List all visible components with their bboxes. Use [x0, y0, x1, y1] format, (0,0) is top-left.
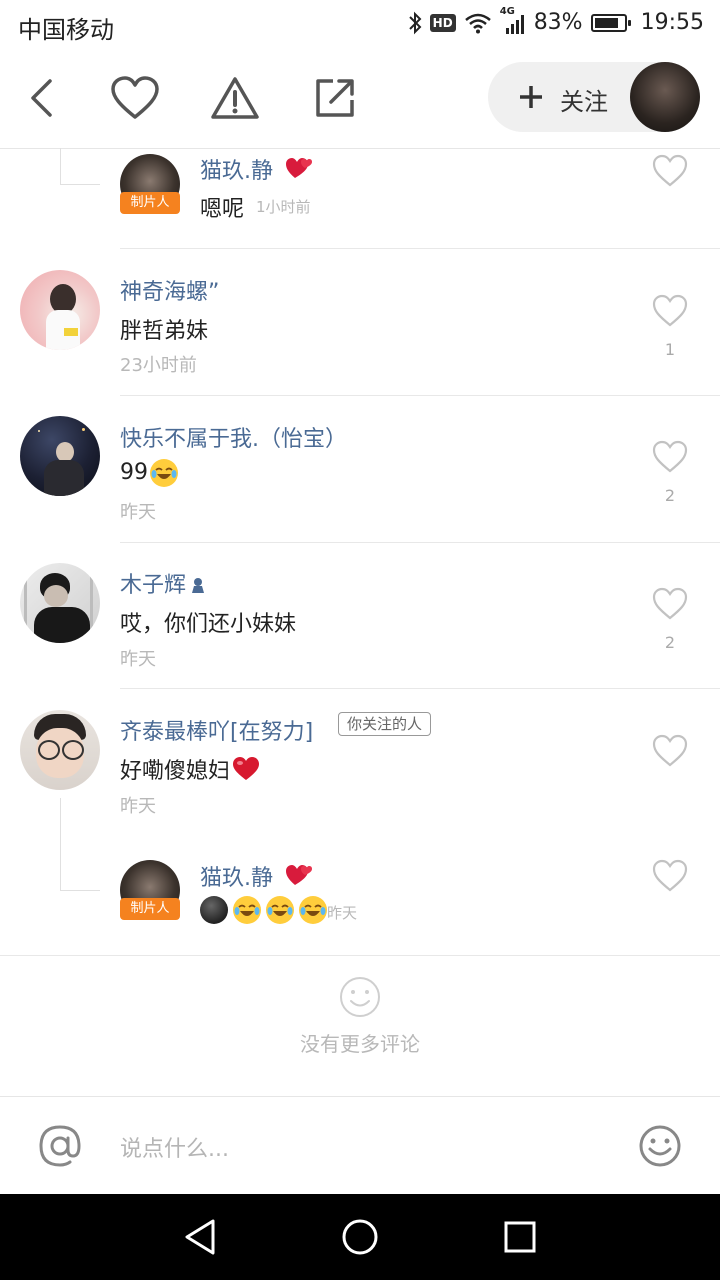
comment-text: 99	[120, 459, 178, 487]
commenter-name[interactable]: 木子辉	[120, 567, 208, 599]
clock: 19:55	[640, 10, 704, 35]
like-count: 2	[664, 486, 676, 505]
commenter-name[interactable]: 神奇海螺”	[120, 274, 219, 306]
carrier-name: 中国移动	[18, 16, 114, 44]
status-bar: 中国移动 HD 4G 83% 19:55	[0, 0, 720, 50]
share-icon[interactable]	[307, 70, 363, 126]
comment-time: 昨天	[120, 649, 156, 670]
laugh-cry-emoji	[266, 896, 294, 924]
level-badge-icon	[192, 578, 205, 593]
divider	[120, 688, 720, 689]
divider	[0, 955, 720, 956]
top-bar: 关注	[0, 50, 720, 149]
comment-text: 嗯呢	[200, 197, 245, 222]
red-heart-emoji	[233, 757, 260, 780]
nav-home-icon[interactable]	[341, 1218, 379, 1256]
divider	[120, 542, 720, 543]
warning-icon[interactable]	[207, 70, 263, 126]
comment-time: 昨天	[120, 796, 156, 817]
laugh-cry-emoji	[299, 896, 327, 924]
role-badge: 制片人	[120, 898, 180, 920]
comment-time: 昨天	[327, 904, 358, 922]
comment-input[interactable]: 说点什么...	[120, 1131, 229, 1163]
comment-time: 1小时前	[256, 198, 311, 216]
like-icon[interactable]	[652, 440, 688, 474]
divider	[120, 395, 720, 396]
follow-label: 关注	[560, 88, 608, 116]
avatar[interactable]	[20, 563, 100, 643]
signal-label: 4G	[499, 5, 515, 17]
dark-face-emoji	[200, 896, 228, 924]
avatar[interactable]	[20, 270, 100, 350]
two-hearts-emoji	[285, 865, 313, 891]
plus-icon	[518, 81, 544, 110]
battery-percent: 83%	[533, 10, 583, 35]
battery-level	[594, 17, 618, 28]
avatar[interactable]	[20, 710, 100, 790]
comment-time: 昨天	[120, 502, 156, 523]
no-more-comments: 没有更多评论	[300, 1032, 420, 1056]
follow-button[interactable]: 关注	[488, 62, 700, 132]
laugh-cry-emoji	[233, 896, 261, 924]
smile-icon	[340, 977, 380, 1017]
wifi-icon	[464, 13, 491, 33]
commenter-name[interactable]: 快乐不属于我.（怡宝）	[120, 421, 347, 453]
system-nav-bar	[0, 1194, 720, 1280]
commenter-name[interactable]: 齐泰最棒吖[在努力]	[120, 714, 313, 746]
thread-line	[60, 184, 100, 185]
comment-text: 好嘞傻媳妇	[120, 753, 260, 785]
commenter-name[interactable]: 猫玖.静	[200, 860, 313, 892]
comment-text-value: 好嘞傻媳妇	[120, 759, 231, 784]
like-count: 2	[664, 633, 676, 652]
divider	[120, 248, 720, 249]
commenter-name[interactable]: 猫玖.静	[200, 153, 313, 185]
following-tag: 你关注的人	[338, 712, 432, 736]
comment-text-value: 99	[120, 460, 148, 485]
nav-back-icon[interactable]	[183, 1218, 217, 1256]
like-icon[interactable]	[652, 294, 688, 328]
like-icon[interactable]	[652, 154, 688, 188]
comment-time: 23小时前	[120, 355, 197, 376]
bluetooth-icon	[408, 11, 422, 34]
role-badge: 制片人	[120, 192, 180, 214]
comment-text: 哎，你们还小妹妹	[120, 612, 297, 637]
thread-line	[60, 890, 100, 891]
commenter-name-text: 猫玖.静	[200, 159, 273, 184]
battery-icon	[590, 13, 631, 32]
like-count: 1	[664, 340, 676, 359]
avatar[interactable]	[20, 416, 100, 496]
two-hearts-emoji	[285, 158, 313, 184]
nav-recents-icon[interactable]	[503, 1220, 537, 1254]
commenter-name-text: 木子辉	[120, 573, 187, 598]
author-avatar[interactable]	[630, 62, 700, 132]
at-mention-icon[interactable]	[38, 1124, 82, 1168]
comment-emojis	[200, 896, 327, 924]
hd-badge: HD	[429, 13, 456, 32]
laugh-cry-emoji	[150, 459, 178, 487]
like-icon[interactable]	[652, 734, 688, 768]
emoji-icon[interactable]	[638, 1124, 682, 1168]
heart-icon[interactable]	[107, 70, 163, 126]
back-icon[interactable]	[14, 70, 70, 126]
comment-text: 胖哲弟妹	[120, 319, 209, 344]
signal-icon: 4G	[500, 6, 526, 34]
like-icon[interactable]	[652, 587, 688, 621]
status-icons: HD 4G 83% 19:55	[408, 6, 704, 35]
like-icon[interactable]	[652, 859, 688, 893]
thread-line	[60, 148, 61, 185]
comment-input-bar: 说点什么...	[0, 1096, 720, 1195]
commenter-name-text: 猫玖.静	[200, 866, 273, 891]
thread-line	[60, 798, 61, 890]
